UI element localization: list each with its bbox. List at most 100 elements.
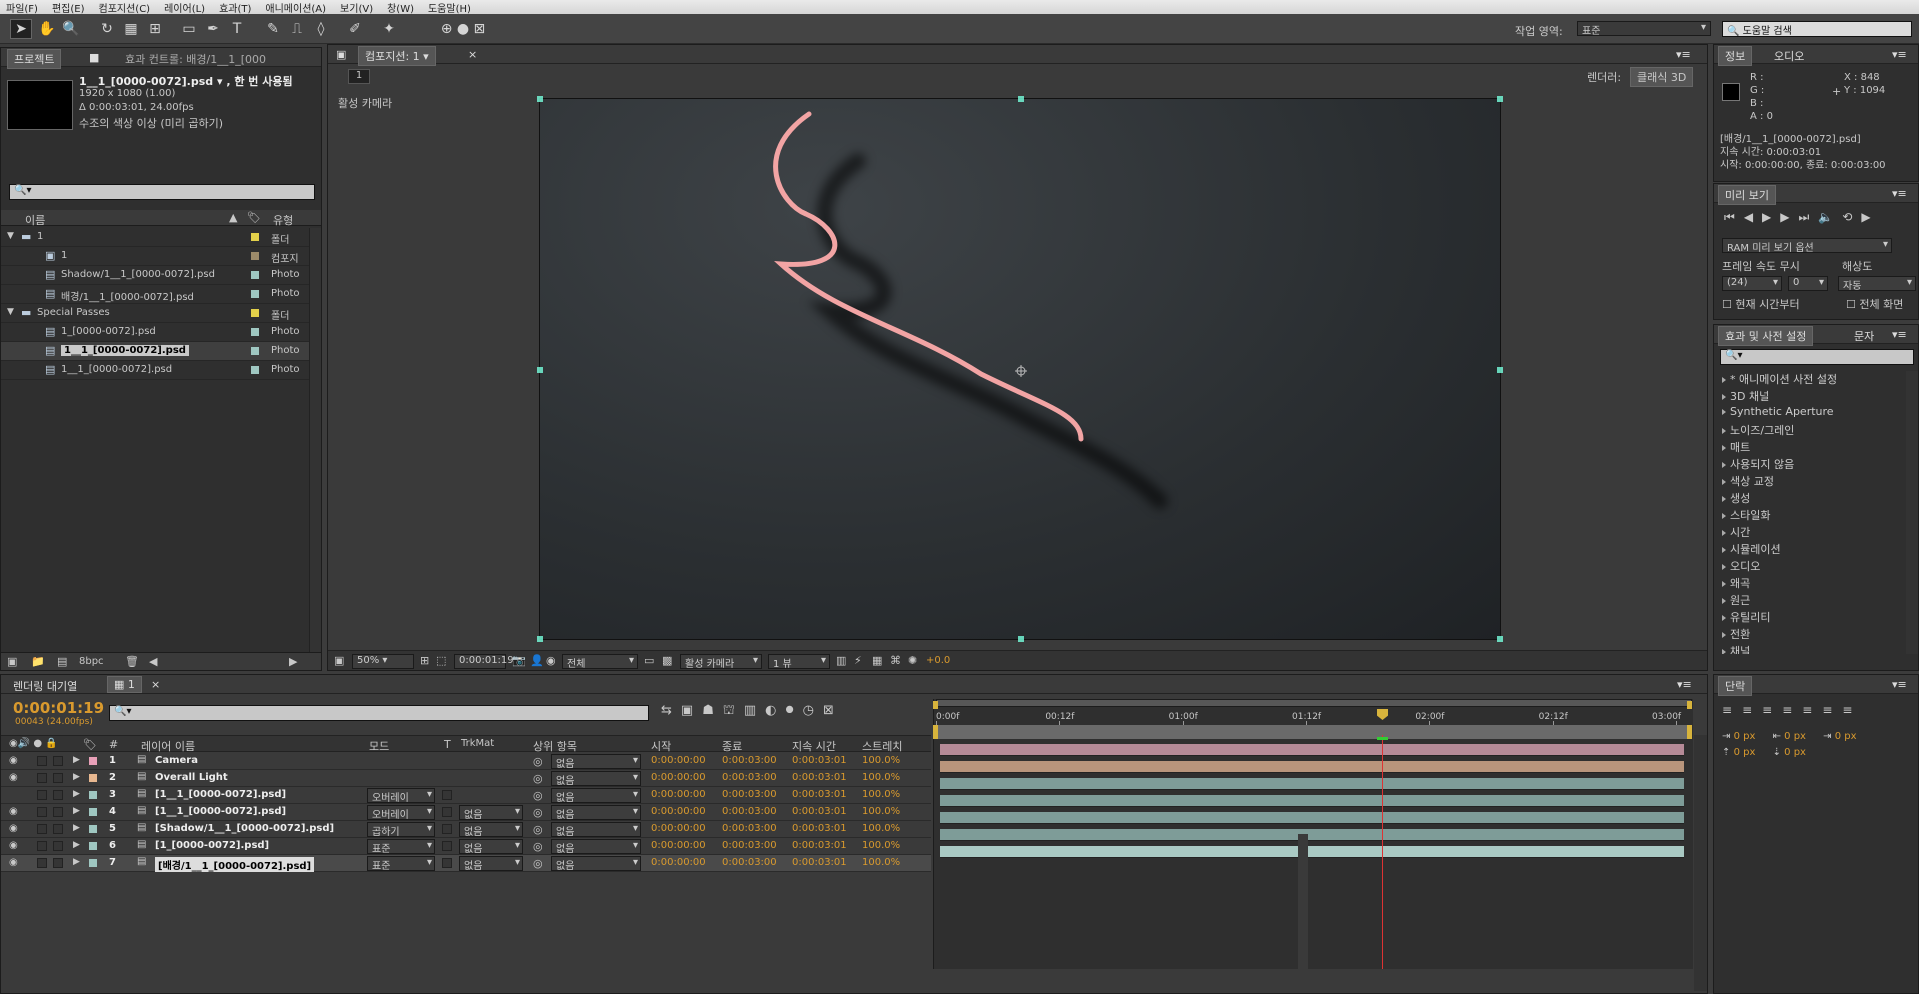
menu-effect[interactable]: 효과(T) bbox=[219, 0, 251, 15]
fps-select[interactable]: (24) ▾ bbox=[1722, 276, 1782, 291]
time-graph[interactable]: 0:00f 00:12f 01:00f 01:12f 02:00f 02:12f 03:00… bbox=[933, 699, 1693, 974]
pick-whip-icon[interactable]: ◎ bbox=[533, 806, 543, 819]
effects-category[interactable]: * 애니메이션 사전 설정 bbox=[1722, 371, 1837, 387]
workspace-select[interactable]: 표준 ▾ bbox=[1577, 21, 1711, 37]
layer-row[interactable]: ◉ ▶ 2 ▤ Overall Light ◎ 없음 ▾ 0:00:00:00 0:00:03:0… bbox=[1, 770, 931, 787]
col-t[interactable]: T bbox=[444, 738, 451, 751]
trkmat-select[interactable]: 없음 ▾ bbox=[459, 856, 523, 872]
effects-category[interactable]: 전환 bbox=[1722, 626, 1750, 642]
expand-triangle-icon[interactable] bbox=[1722, 581, 1726, 587]
effects-category[interactable]: 채널 bbox=[1722, 643, 1750, 654]
expand-triangle-icon[interactable] bbox=[1722, 598, 1726, 604]
expand-triangle-icon[interactable]: ▶ bbox=[73, 823, 80, 833]
flowchart-icon[interactable]: ⌘ bbox=[890, 654, 901, 667]
project-item[interactable]: ▤ 1__1_[0000-0072].psd Photo bbox=[1, 361, 309, 380]
col-layer-name[interactable]: 레이어 이름 bbox=[141, 738, 195, 754]
layer-label-swatch[interactable] bbox=[89, 825, 97, 833]
tab-timeline-comp[interactable]: ▦ 1 bbox=[107, 676, 142, 693]
current-time[interactable]: 0:00:01:19 bbox=[454, 654, 514, 669]
layer-out[interactable]: 0:00:03:00 bbox=[722, 840, 777, 851]
solo-switch[interactable] bbox=[37, 773, 47, 783]
label-icon[interactable]: 🏷 bbox=[247, 211, 261, 224]
time-navigator[interactable] bbox=[936, 725, 1692, 739]
snapshot-icon[interactable]: 📷 bbox=[512, 654, 526, 667]
layer-row[interactable]: ◉ ▶ 5 ▤ [Shadow/1__1_[0000-0072].psd] 곱하기 ▾ 없음 ▾… bbox=[1, 821, 931, 838]
roto-brush-tool-icon[interactable]: ✐ bbox=[344, 19, 366, 39]
pick-whip-icon[interactable]: ◎ bbox=[533, 840, 543, 853]
sort-icon[interactable]: ▲ bbox=[229, 211, 237, 224]
layer-stretch[interactable]: 100.0% bbox=[862, 789, 900, 800]
blend-mode-select[interactable]: 표준 ▾ bbox=[367, 839, 435, 855]
effects-category[interactable]: 색상 교정 bbox=[1722, 473, 1774, 489]
expand-triangle-icon[interactable]: ▶ bbox=[73, 789, 80, 799]
solo-switch[interactable] bbox=[37, 858, 47, 868]
layer-stretch[interactable]: 100.0% bbox=[862, 857, 900, 868]
brush-tool-icon[interactable]: ✎ bbox=[262, 19, 284, 39]
layer-name[interactable]: [배경/1__1_[0000-0072].psd] bbox=[155, 857, 315, 872]
effects-category[interactable]: 시뮬레이션 bbox=[1722, 541, 1781, 557]
space-after-value[interactable]: 0 px bbox=[1784, 747, 1806, 758]
timeline-icon[interactable]: ▦ bbox=[872, 654, 882, 667]
blend-mode-select[interactable]: 표준 ▾ bbox=[367, 856, 435, 872]
lock-switch[interactable] bbox=[53, 824, 63, 834]
layer-label-swatch[interactable] bbox=[89, 842, 97, 850]
expand-triangle-icon[interactable] bbox=[1722, 445, 1726, 451]
layer-duration[interactable]: 0:00:03:01 bbox=[792, 789, 847, 800]
frame-blend-icon[interactable]: ⛫ bbox=[723, 703, 744, 718]
show-snapshot-icon[interactable]: 👤 bbox=[530, 654, 544, 667]
layer-in[interactable]: 0:00:00:00 bbox=[651, 755, 706, 766]
preserve-transparency-switch[interactable] bbox=[442, 824, 452, 834]
layer-row[interactable]: ▶ 3 ▤ [1__1_[0000-0072].psd] 오버레이 ▾ ◎ 없음 ▾ 0:00:0… bbox=[1, 787, 931, 804]
eye-icon[interactable]: ◉ bbox=[9, 755, 18, 766]
layer-name[interactable]: Overall Light bbox=[155, 772, 228, 783]
tab-effect-controls[interactable]: 효과 컨트롤: 배경/1__1_[000 bbox=[125, 51, 266, 67]
lock-switch[interactable] bbox=[53, 858, 63, 868]
col-in[interactable]: 시작 bbox=[651, 738, 671, 754]
label-swatch[interactable] bbox=[251, 271, 259, 279]
col-trkmat[interactable]: TrkMat bbox=[461, 738, 494, 749]
layer-out[interactable]: 0:00:03:00 bbox=[722, 857, 777, 868]
layer-out[interactable]: 0:00:03:00 bbox=[722, 806, 777, 817]
label-swatch[interactable] bbox=[251, 347, 259, 355]
brainstorm-icon[interactable]: ◐ bbox=[765, 703, 785, 718]
layer-duration[interactable]: 0:00:03:01 bbox=[792, 823, 847, 834]
justify-right-icon[interactable]: ≡ bbox=[1822, 703, 1842, 717]
close-timeline-icon[interactable]: × bbox=[151, 678, 160, 691]
expand-triangle-icon[interactable]: ▼ bbox=[7, 231, 14, 241]
layer-duration-bar[interactable] bbox=[940, 846, 1684, 858]
pan-behind-tool-icon[interactable]: ⊞ bbox=[144, 19, 166, 39]
expand-triangle-icon[interactable] bbox=[1722, 479, 1726, 485]
layer-stretch[interactable]: 100.0% bbox=[862, 823, 900, 834]
camera-tool-icon[interactable]: ▦ bbox=[120, 19, 142, 39]
layer-stretch[interactable]: 100.0% bbox=[862, 772, 900, 783]
project-search-input[interactable]: 🔍▾ bbox=[9, 184, 315, 200]
tab-project[interactable]: 프로젝트 bbox=[7, 49, 62, 69]
expand-triangle-icon[interactable]: ▶ bbox=[73, 772, 80, 782]
solo-switch[interactable] bbox=[37, 824, 47, 834]
full-screen-checkbox[interactable]: ☐ 전체 화면 bbox=[1846, 296, 1903, 312]
pick-whip-icon[interactable]: ◎ bbox=[533, 789, 543, 802]
menu-edit[interactable]: 편집(E) bbox=[52, 0, 85, 15]
tab-effect-controls-icon[interactable]: ■ bbox=[89, 51, 99, 64]
justify-center-icon[interactable]: ≡ bbox=[1802, 703, 1822, 717]
menu-composition[interactable]: 컴포지션(C) bbox=[99, 0, 151, 15]
solo-switch[interactable] bbox=[37, 790, 47, 800]
transparency-grid-icon[interactable]: ▩ bbox=[662, 654, 672, 667]
layer-row[interactable]: ◉ ▶ 6 ▤ [1_[0000-0072].psd] 표준 ▾ 없음 ▾ ◎ 없음 ▾ 0:00:00… bbox=[1, 838, 931, 855]
tab-composition[interactable]: 컴포지션: 1 ▾ bbox=[358, 46, 436, 66]
hand-tool-icon[interactable]: ✋ bbox=[36, 19, 58, 39]
effects-category[interactable]: 사용되지 않음 bbox=[1722, 456, 1794, 472]
layer-label-swatch[interactable] bbox=[89, 774, 97, 782]
expand-triangle-icon[interactable] bbox=[1722, 377, 1726, 383]
layer-name[interactable]: [Shadow/1__1_[0000-0072].psd] bbox=[155, 823, 334, 834]
indent-right-value[interactable]: 0 px bbox=[1784, 731, 1806, 742]
renderer-button[interactable]: 클래식 3D bbox=[1630, 67, 1694, 87]
tab-audio[interactable]: 오디오 bbox=[1774, 48, 1804, 64]
layer-duration[interactable]: 0:00:03:01 bbox=[792, 772, 847, 783]
lock-switch[interactable] bbox=[53, 807, 63, 817]
puppet-pin-tool-icon[interactable]: ✦ bbox=[378, 19, 400, 39]
effects-category[interactable]: 오디오 bbox=[1722, 558, 1760, 574]
av-switches-icon[interactable]: ◉🔊 ● 🔒 bbox=[9, 738, 58, 749]
effects-category[interactable]: 유틸리티 bbox=[1722, 609, 1770, 625]
tab-paragraph[interactable]: 단락 bbox=[1718, 676, 1753, 696]
